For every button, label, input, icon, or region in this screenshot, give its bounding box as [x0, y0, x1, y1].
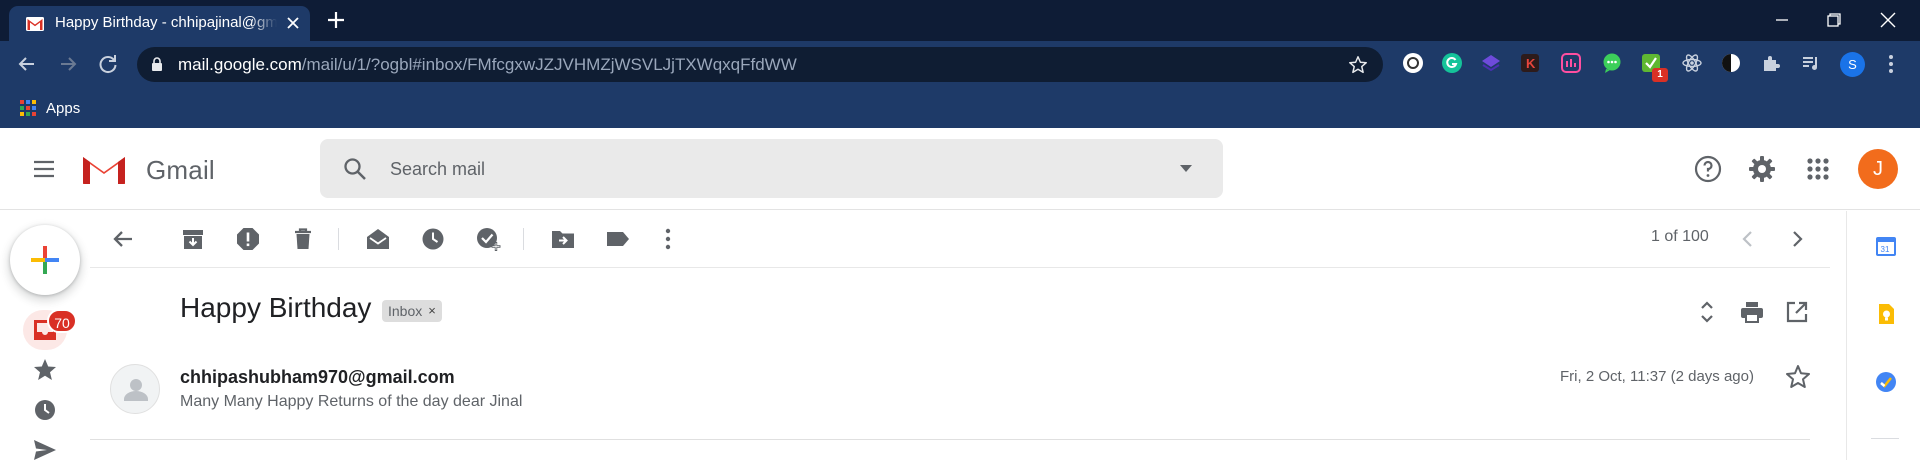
- thread-subject: Happy Birthday: [180, 292, 372, 323]
- gmail-header: Gmail J: [0, 128, 1920, 210]
- inbox-label-chip[interactable]: Inbox ×: [382, 300, 442, 322]
- extension-icon[interactable]: [1402, 52, 1424, 74]
- forward-arrow-icon[interactable]: [55, 51, 81, 77]
- minimize-window-icon[interactable]: [1770, 8, 1794, 32]
- extension-badge: 1: [1652, 68, 1668, 82]
- toolbar-divider: [338, 228, 339, 250]
- layers-extension-icon[interactable]: [1480, 52, 1502, 74]
- more-options-icon[interactable]: [655, 226, 681, 252]
- media-control-icon[interactable]: [1800, 52, 1822, 74]
- account-avatar[interactable]: J: [1858, 149, 1898, 189]
- message-date: Fri, 2 Oct, 11:37 (2 days ago): [1560, 368, 1754, 385]
- snoozed-clock-icon[interactable]: [31, 396, 59, 424]
- close-tab-icon[interactable]: [285, 15, 301, 31]
- open-in-new-window-icon[interactable]: [1784, 299, 1810, 325]
- sender-email[interactable]: chhipashubham970@gmail.com: [180, 367, 455, 388]
- lock-icon[interactable]: [151, 57, 163, 72]
- delete-trash-icon[interactable]: [290, 226, 316, 252]
- message-divider: [90, 439, 1810, 440]
- apps-grid-icon: [20, 100, 36, 116]
- bookmark-apps[interactable]: Apps: [20, 96, 80, 120]
- browser-tab-strip: Happy Birthday - chhipajinal@gmail.com -…: [0, 0, 1920, 41]
- google-calendar-icon[interactable]: 31: [1875, 235, 1897, 257]
- reload-icon[interactable]: [95, 51, 121, 77]
- restore-window-icon[interactable]: [1822, 8, 1846, 32]
- inbox-unread-badge: 70: [47, 309, 77, 333]
- print-icon[interactable]: [1739, 299, 1765, 325]
- google-apps-icon[interactable]: [1803, 154, 1833, 184]
- search-bar: [320, 139, 1223, 198]
- compose-button[interactable]: [10, 225, 80, 295]
- bookmarks-bar: Apps: [0, 88, 1920, 128]
- gmail-wordmark: Gmail: [146, 155, 215, 185]
- puzzle-extensions-icon[interactable]: [1760, 52, 1782, 74]
- star-message-icon[interactable]: [1784, 363, 1812, 391]
- close-window-icon[interactable]: [1876, 8, 1900, 32]
- pagination-count: 1 of 100: [1651, 228, 1709, 245]
- report-spam-icon[interactable]: [235, 226, 261, 252]
- sender-avatar[interactable]: [110, 364, 160, 414]
- side-panel-divider: [1871, 438, 1899, 439]
- settings-gear-icon[interactable]: [1747, 154, 1777, 184]
- chart-extension-icon[interactable]: [1560, 52, 1582, 74]
- compose-plus-icon: [31, 246, 59, 274]
- search-options-icon[interactable]: [1178, 162, 1194, 174]
- url-text[interactable]: mail.google.com/mail/u/1/?ogbl#inbox/FMf…: [178, 55, 797, 75]
- browser-profile-avatar[interactable]: S: [1840, 52, 1865, 77]
- google-tasks-icon[interactable]: [1875, 371, 1897, 393]
- k-extension-icon[interactable]: K: [1519, 52, 1541, 74]
- browser-tab[interactable]: Happy Birthday - chhipajinal@gmail.com -…: [9, 6, 310, 41]
- main-menu-icon[interactable]: [32, 157, 56, 181]
- gmail-logo-icon[interactable]: [80, 151, 128, 187]
- move-to-folder-icon[interactable]: [550, 226, 576, 252]
- help-icon[interactable]: [1693, 154, 1723, 184]
- address-bar[interactable]: mail.google.com/mail/u/1/?ogbl#inbox/FMf…: [137, 47, 1383, 82]
- new-tab-icon[interactable]: [325, 9, 347, 31]
- mark-as-unread-icon[interactable]: [365, 226, 391, 252]
- bookmark-star-icon[interactable]: [1347, 54, 1369, 76]
- back-to-inbox-icon[interactable]: [110, 226, 136, 252]
- url-host: mail.google.com: [178, 55, 302, 74]
- search-input[interactable]: [390, 153, 1150, 185]
- svg-text:31: 31: [1881, 245, 1890, 254]
- react-devtools-icon[interactable]: [1681, 52, 1703, 74]
- older-chevron-right-icon[interactable]: [1784, 226, 1810, 252]
- expand-all-icon[interactable]: [1694, 299, 1720, 325]
- browser-menu-icon[interactable]: [1886, 53, 1896, 75]
- grammarly-icon[interactable]: [1441, 52, 1463, 74]
- remove-label-icon[interactable]: ×: [428, 300, 436, 322]
- url-path: /mail/u/1/?ogbl#inbox/FMfcgxwJZJVHMZjWSV…: [301, 55, 797, 74]
- add-to-tasks-icon[interactable]: [475, 226, 501, 252]
- starred-icon[interactable]: [31, 356, 59, 384]
- default-person-icon: [124, 379, 148, 401]
- thread-toolbar: 1 of 100: [90, 211, 1830, 268]
- svg-text:K: K: [1526, 56, 1536, 71]
- chat-extension-icon[interactable]: [1601, 52, 1623, 74]
- back-arrow-icon[interactable]: [14, 51, 40, 77]
- label-icon[interactable]: [605, 226, 631, 252]
- bookmark-apps-label: Apps: [46, 99, 81, 117]
- browser-toolbar: mail.google.com/mail/u/1/?ogbl#inbox/FMf…: [0, 41, 1920, 88]
- toolbar-divider: [523, 228, 524, 250]
- side-panel: 31: [1846, 211, 1920, 460]
- newer-chevron-left-icon[interactable]: [1735, 226, 1761, 252]
- gmail-icon: [26, 17, 44, 31]
- label-chip-text: Inbox: [388, 303, 423, 319]
- search-icon[interactable]: [342, 156, 368, 182]
- message-snippet[interactable]: Many Many Happy Returns of the day dear …: [180, 393, 522, 411]
- dark-mode-icon[interactable]: [1720, 52, 1742, 74]
- tab-title: Happy Birthday - chhipajinal@gmail.com -…: [55, 14, 277, 31]
- snooze-clock-icon[interactable]: [420, 226, 446, 252]
- google-keep-icon[interactable]: [1875, 303, 1897, 325]
- archive-icon[interactable]: [180, 226, 206, 252]
